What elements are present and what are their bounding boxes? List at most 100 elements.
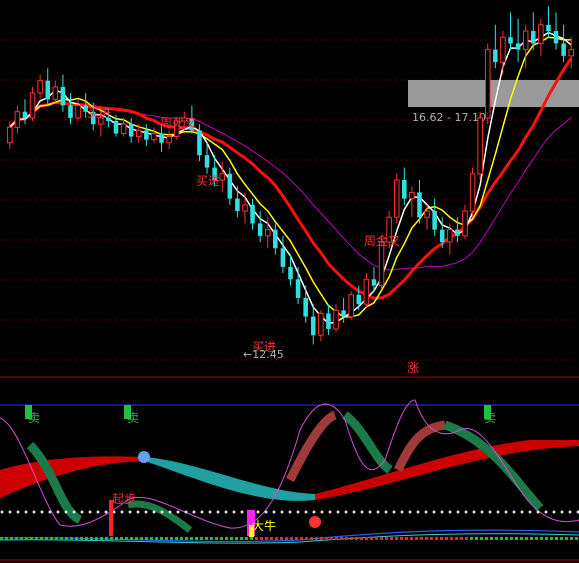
low-price-marker: ←12.45 [243, 348, 284, 361]
signal-dash [560, 537, 563, 540]
candle [493, 24, 498, 69]
candle [432, 198, 437, 236]
dotted-marker [504, 510, 508, 514]
dotted-marker [400, 510, 404, 514]
signal-dash [530, 537, 533, 540]
candle [508, 12, 513, 50]
signal-dash [230, 537, 233, 540]
candle [469, 167, 476, 218]
dotted-marker [56, 510, 60, 514]
candle [235, 186, 240, 218]
signal-dash [135, 537, 138, 540]
signal-dash [130, 537, 133, 540]
dotted-marker [168, 510, 172, 514]
dotted-marker [72, 510, 76, 514]
dotted-marker [464, 510, 468, 514]
signal-dash [500, 537, 503, 540]
start-label: 起步 [112, 492, 136, 506]
signal-dash [535, 537, 538, 540]
dotted-marker [8, 510, 12, 514]
dotted-marker [352, 510, 356, 514]
candle [393, 173, 400, 224]
signal-dash [515, 537, 518, 540]
candle-body [318, 312, 324, 336]
dotted-marker [128, 510, 132, 514]
annotations: 买进 周死叉 买进 买进 周金叉 ←12.45 [87, 106, 400, 361]
signal-dash [190, 537, 193, 540]
candle-body [310, 316, 316, 336]
candle-body [469, 173, 476, 212]
signal-dash [410, 537, 413, 540]
candle-body [378, 241, 385, 287]
candle [363, 273, 370, 308]
signal-dash [90, 537, 93, 540]
candle-body [113, 121, 119, 134]
candle-body [530, 31, 536, 44]
candle-body [333, 309, 339, 330]
green-wave-4 [443, 420, 544, 511]
dotted-marker [424, 510, 428, 514]
candle-body [409, 191, 415, 200]
signal-dash [365, 537, 368, 540]
candle-body [432, 211, 437, 230]
annotation-weekly-death-cross: 周死叉 [160, 116, 196, 130]
blue-ball [138, 451, 150, 463]
signal-dash [375, 537, 378, 540]
signal-dash [115, 537, 118, 540]
candle [553, 12, 559, 50]
candle [484, 43, 491, 125]
candle [75, 99, 81, 122]
signal-dash [85, 537, 88, 540]
signal-dash [575, 537, 578, 540]
candle-body [424, 210, 430, 218]
candle-body [484, 49, 491, 119]
dotted-marker [552, 510, 556, 514]
dotted-marker [544, 510, 548, 514]
signal-dash [5, 537, 8, 540]
signal-dash [275, 537, 278, 540]
candle [318, 310, 324, 342]
dotted-marker [296, 510, 300, 514]
dotted-marker [512, 510, 516, 514]
dotted-marker [312, 510, 316, 514]
signal-dash [545, 537, 548, 540]
dotted-marker [184, 510, 188, 514]
signal-dash [245, 537, 248, 540]
dotted-marker [488, 510, 492, 514]
candle-body [508, 37, 513, 44]
sell-label-1: 卖 [28, 411, 40, 425]
signal-dash [570, 537, 573, 540]
annotation-buy-2: 买进 [196, 174, 220, 188]
signal-dash [470, 537, 473, 540]
candle [68, 93, 73, 125]
candle [462, 204, 468, 239]
candle-body [264, 229, 271, 237]
dotted-marker [320, 510, 324, 514]
candle-body [166, 136, 172, 144]
candle [242, 192, 248, 224]
signal-dash [185, 537, 188, 540]
dotted-marker [32, 510, 36, 514]
candle-body [568, 49, 574, 57]
dotted-marker [440, 510, 444, 514]
dotted-marker [232, 510, 236, 514]
annotation-buy-1: 买进 [87, 106, 111, 120]
candle-body [45, 80, 51, 100]
candle [37, 74, 43, 100]
candle-body [493, 49, 498, 63]
dotted-marker [304, 510, 308, 514]
chart-canvas: 16.62 - 17.10 买进 周死叉 买进 买进 周金叉 ←12.45 涨 … [0, 6, 579, 561]
signal-dash [465, 537, 468, 540]
signal-dash [325, 537, 328, 540]
candle-body [60, 86, 66, 106]
candle-body [538, 24, 544, 44]
candle-body [515, 43, 521, 50]
candle-body [144, 130, 149, 140]
candle-body [68, 105, 73, 118]
signal-dash [390, 537, 393, 540]
candle-body [288, 266, 293, 280]
candle [273, 223, 278, 255]
dotted-marker [104, 510, 108, 514]
candle-body [14, 111, 21, 128]
dotted-marker [456, 510, 460, 514]
